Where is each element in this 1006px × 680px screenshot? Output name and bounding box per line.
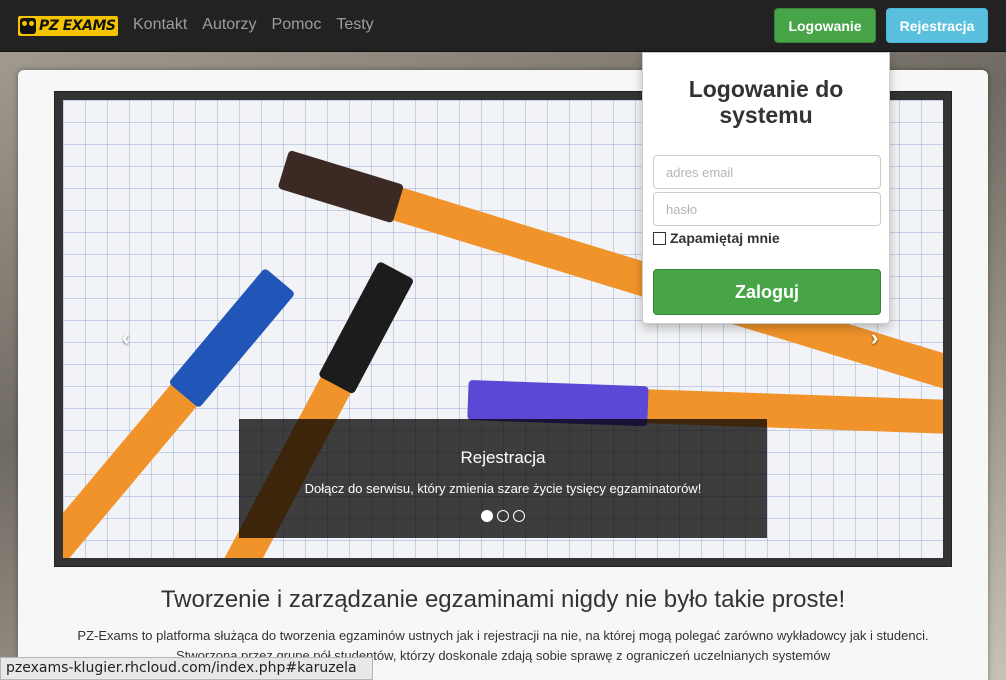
brand-text: PZ EXAMS: [39, 18, 116, 34]
submit-login-button[interactable]: Zaloguj: [653, 269, 881, 315]
remember-label: Zapamiętaj mnie: [670, 230, 780, 246]
login-button[interactable]: Logowanie: [774, 8, 876, 43]
carousel-indicator-3[interactable]: [513, 510, 525, 522]
carousel-next-icon[interactable]: ›: [871, 325, 878, 351]
nav-links: Kontakt Autorzy Pomoc Testy: [133, 16, 374, 34]
carousel-caption: Rejestracja Dołącz do serwisu, który zmi…: [239, 419, 767, 538]
caption-text: Dołącz do serwisu, który zmienia szare ż…: [304, 481, 702, 496]
carousel-indicator-2[interactable]: [497, 510, 509, 522]
password-field[interactable]: [653, 192, 881, 226]
login-dropdown-panel: Logowanie do systemu Zapamiętaj mnie Zal…: [642, 52, 890, 324]
brand-logo[interactable]: PZ EXAMS: [18, 16, 118, 36]
email-field[interactable]: [653, 155, 881, 189]
carousel-indicators: [239, 510, 767, 522]
logo-icon: [20, 18, 36, 34]
nav-link-autorzy[interactable]: Autorzy: [202, 16, 256, 34]
nav-link-kontakt[interactable]: Kontakt: [133, 16, 187, 34]
login-title: Logowanie do systemu: [688, 76, 844, 128]
carousel-indicator-1[interactable]: [481, 510, 493, 522]
browser-status-bar: pzexams-klugier.rhcloud.com/index.php#ka…: [0, 657, 373, 680]
remember-me[interactable]: Zapamiętaj mnie: [653, 230, 780, 246]
nav-link-pomoc[interactable]: Pomoc: [272, 16, 322, 34]
page-headline: Tworzenie i zarządzanie egzaminami nigdy…: [160, 586, 846, 613]
remember-checkbox[interactable]: [653, 231, 666, 245]
navbar: PZ EXAMS Kontakt Autorzy Pomoc Testy Log…: [0, 0, 1006, 52]
register-button[interactable]: Rejestracja: [886, 8, 988, 43]
caption-title: Rejestracja: [460, 448, 546, 467]
carousel-prev-icon[interactable]: ‹: [122, 325, 129, 351]
nav-link-testy[interactable]: Testy: [336, 16, 373, 34]
